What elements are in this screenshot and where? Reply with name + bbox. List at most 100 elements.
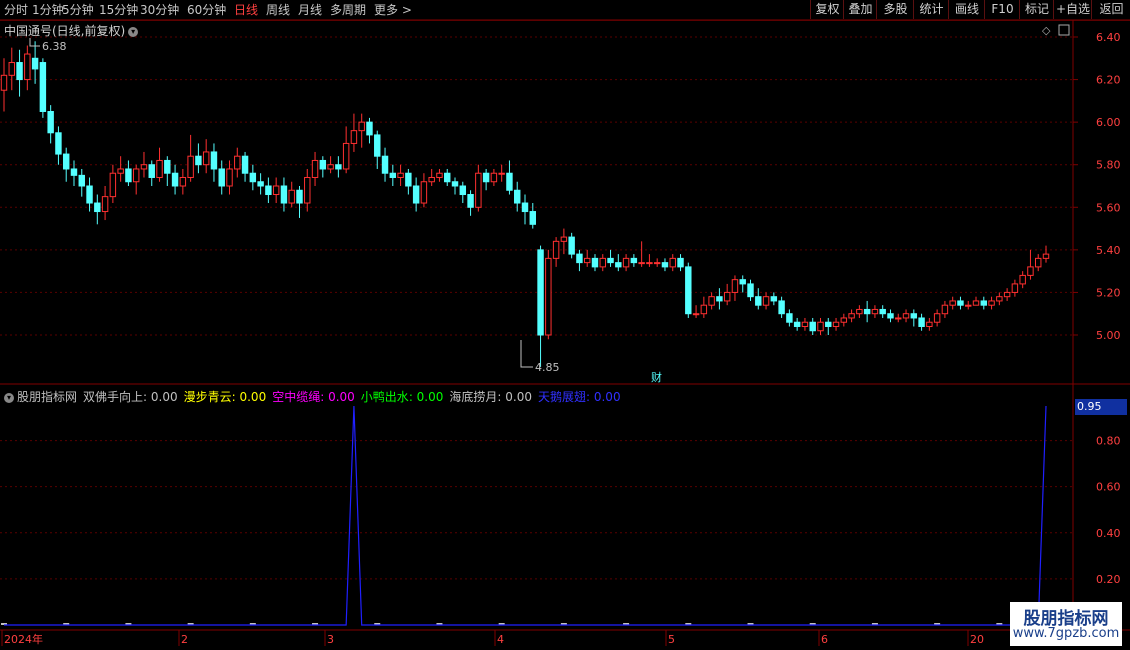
- candle: [980, 296, 988, 310]
- date-tick-label: 2024年: [4, 632, 43, 646]
- candle: [24, 45, 31, 91]
- candle: [1027, 249, 1034, 280]
- indicator-item-3: 小鸭出水: 0.00: [360, 390, 444, 404]
- date-tick-label: 3: [327, 633, 334, 646]
- candle: [444, 168, 451, 186]
- candle: [109, 164, 117, 204]
- indicator-item-name: 漫步青云: [183, 390, 232, 404]
- candle: [957, 296, 964, 310]
- candle: [521, 194, 529, 225]
- date-tick-label: 4: [497, 633, 504, 646]
- candle: [622, 254, 630, 272]
- candle: [809, 317, 816, 335]
- indicator-axis: 0.80 0.60 0.40 0.20: [1096, 435, 1121, 586]
- candle: [988, 296, 995, 310]
- watermark-logo: 股朋指标网 www.7gpzb.com: [1010, 602, 1122, 646]
- candle: [381, 147, 389, 182]
- indicator-tick-label: 0.60: [1096, 481, 1121, 494]
- date-axis: 2024年 2 3 4 5 6 20: [1, 630, 984, 646]
- candle: [164, 156, 171, 186]
- candle: [39, 58, 47, 118]
- candle: [62, 147, 70, 182]
- candle: [78, 168, 85, 197]
- candle: [926, 317, 933, 331]
- watermark-url: www.7gpzb.com: [1012, 626, 1120, 641]
- price-axis: 6.40 6.20 6.00 5.80 5.60 5.40 5.20 5.00: [1073, 31, 1121, 342]
- candle: [342, 126, 350, 174]
- candle: [700, 296, 708, 318]
- candle: [817, 317, 824, 335]
- candle: [319, 156, 327, 178]
- candle: [879, 305, 886, 318]
- candle: [949, 296, 956, 310]
- chevron-down-icon[interactable]: ▾: [4, 392, 14, 403]
- candle: [265, 177, 272, 204]
- candle: [467, 190, 474, 216]
- candle: [778, 296, 785, 318]
- price-tick-label: 6.20: [1096, 74, 1121, 87]
- candle: [436, 168, 443, 182]
- candle: [296, 186, 303, 218]
- candle: [171, 164, 179, 195]
- diamond-icon[interactable]: ◇: [1042, 24, 1051, 37]
- price-tick-label: 5.80: [1096, 159, 1121, 172]
- candle: [615, 254, 622, 272]
- stock-title-label: 中国通号(日线,前复权): [4, 24, 126, 38]
- candle: [148, 160, 155, 186]
- candle: [965, 300, 972, 310]
- candle: [723, 283, 731, 306]
- candle: [832, 317, 840, 331]
- finance-marker[interactable]: 财: [651, 370, 662, 384]
- candle: [770, 292, 778, 306]
- date-tick-label: 20: [970, 633, 984, 646]
- candle: [677, 254, 684, 272]
- candle: [825, 317, 832, 335]
- indicator-item-4: 海底捞月: 0.00: [449, 390, 532, 404]
- candle: [389, 164, 397, 186]
- indicator-item-0: 双佛手向上: 0.00: [83, 390, 178, 404]
- high-price-label: 6.38: [42, 40, 67, 53]
- candle: [972, 296, 980, 306]
- candle: [661, 258, 669, 272]
- candle: [482, 168, 490, 191]
- candle: [31, 41, 39, 84]
- candle: [1011, 279, 1019, 297]
- candle: [910, 309, 918, 327]
- candle: [101, 186, 109, 221]
- date-tick-label: 2: [181, 633, 188, 646]
- candle: [552, 237, 560, 267]
- candle: [918, 313, 925, 331]
- window-toggle-icon[interactable]: [1058, 24, 1070, 36]
- chevron-down-icon[interactable]: ▾: [128, 26, 139, 37]
- candle: [576, 249, 583, 272]
- candle: [226, 160, 233, 195]
- price-tick-label: 5.00: [1096, 329, 1121, 342]
- indicator-item-name: 天鹅展翅: [537, 390, 586, 404]
- indicator-tick-label: 0.40: [1096, 527, 1121, 540]
- candle: [941, 300, 949, 318]
- candle: [739, 275, 746, 293]
- indicator-name[interactable]: 股朋指标网: [17, 390, 77, 404]
- candle: [428, 168, 435, 186]
- candle: [412, 177, 420, 212]
- candle: [179, 168, 187, 195]
- candle: [568, 232, 575, 259]
- candle: [607, 249, 614, 267]
- candle: [755, 288, 762, 310]
- candle: [801, 317, 809, 331]
- indicator-series: [0, 405, 1073, 626]
- low-price-label: 4.85: [535, 361, 560, 374]
- candle: [887, 309, 894, 323]
- candle: [638, 241, 645, 267]
- candle: [210, 143, 218, 182]
- candle: [685, 262, 692, 318]
- candle: [249, 164, 257, 191]
- candle: [0, 58, 8, 112]
- candle: [16, 49, 23, 97]
- candle: [304, 168, 311, 212]
- candle: [840, 313, 848, 327]
- candle: [335, 156, 342, 178]
- stock-title[interactable]: 中国通号(日线,前复权) ▾: [4, 22, 139, 39]
- candle: [1003, 288, 1011, 301]
- indicator-item-5: 天鹅展翅: 0.00: [537, 390, 621, 404]
